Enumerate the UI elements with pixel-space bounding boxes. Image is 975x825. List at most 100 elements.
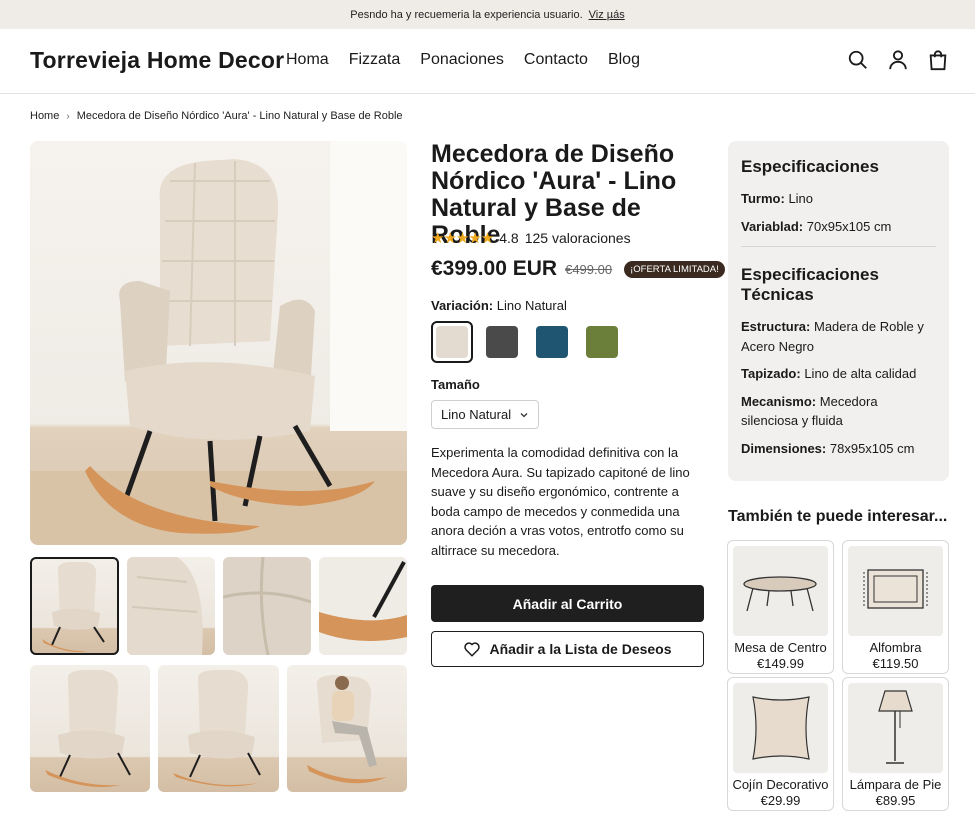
coffee-table-image	[733, 546, 828, 636]
site-header: Torrevieja Home Decor Homa Fizzata Ponac…	[0, 29, 975, 94]
announcement-link[interactable]: Viz µás	[589, 9, 625, 21]
review-count: 125 valoraciones	[524, 230, 631, 246]
chevron-down-icon	[520, 412, 528, 417]
nav-item-ponaciones[interactable]: Ponaciones	[420, 51, 504, 69]
spec-key: Dimensiones:	[741, 440, 827, 456]
related-card-floor-lamp[interactable]: Lámpara de Pie €89.95	[842, 677, 949, 811]
add-to-cart-button[interactable]: Añadir al Carrito	[431, 585, 704, 622]
related-name: Alfombra	[869, 640, 922, 655]
swatch-green[interactable]	[581, 321, 623, 363]
thumbnail-1[interactable]	[30, 557, 119, 655]
size-label: Tamaño	[431, 377, 480, 392]
wishlist-label: Añadir a la Lista de Deseos	[489, 641, 672, 657]
variation-label-key: Variación:	[431, 298, 494, 313]
related-price: €119.50	[872, 656, 919, 671]
related-price: €149.99	[757, 656, 804, 671]
swatch-grey-fill	[486, 326, 518, 358]
spec-key: Turmo:	[741, 191, 785, 206]
spec-row: Turmo: Lino	[741, 189, 936, 209]
announcement-text: Pesndo ha y recuemeria la experiencia us…	[350, 8, 583, 21]
header-icons	[847, 49, 949, 71]
spec-value: 70x95x105 cm	[806, 218, 892, 234]
spec-value: Lino	[788, 191, 814, 206]
lifestyle-person-thumbnail	[307, 675, 387, 784]
price-block: €399.00 EUR €499.00 ¡OFERTA LIMITADA!	[431, 257, 725, 281]
rug-image	[848, 546, 943, 636]
spec-key: Estructura:	[741, 319, 811, 334]
thumbnail-7[interactable]	[287, 665, 407, 792]
main-nav: Homa Fizzata Ponaciones Contacto Blog	[286, 51, 640, 69]
search-icon[interactable]	[847, 49, 869, 71]
site-logo[interactable]: Torrevieja Home Decor	[30, 47, 284, 74]
main-product-image[interactable]	[30, 141, 407, 545]
variation-label: Variación: Lino Natural	[431, 298, 567, 313]
breadcrumb: Home › Mecedora de Diseño Nórdico 'Aura'…	[30, 110, 403, 122]
floor-lamp-image	[848, 683, 943, 773]
breadcrumb-home[interactable]: Home	[30, 110, 59, 122]
swatch-blue[interactable]	[531, 321, 573, 363]
breadcrumb-current: Mecedora de Diseño Nórdico 'Aura' - Lino…	[76, 110, 403, 122]
swatch-green-fill	[586, 326, 618, 358]
spec-value: Lino de alta calidad	[804, 366, 917, 381]
chair-thumbnail-image	[42, 562, 105, 652]
rocker-detail-thumbnail	[319, 561, 407, 641]
spec-key: Mecanismo:	[741, 393, 817, 409]
star-rating-icon: ★★★★★	[431, 230, 494, 247]
heart-icon	[464, 642, 481, 657]
spec-row: Variablad: 70x95x105 cm	[741, 217, 936, 237]
rocking-chair-illustration	[30, 141, 407, 545]
swatch-grey[interactable]	[481, 321, 523, 363]
specs-divider	[741, 246, 936, 247]
chair-angle-thumbnail	[45, 670, 131, 788]
nav-item-fizzata[interactable]: Fizzata	[349, 51, 401, 69]
product-description: Experimenta la comodidad definitiva con …	[431, 445, 690, 558]
tech-spec-row: Dimensiones: 78x95x105 cm	[741, 439, 936, 459]
spec-key: Tapizado:	[741, 366, 801, 381]
tech-specs-title: Especificaciones Técnicas	[741, 265, 879, 304]
related-name: Cojín Decorativo	[732, 777, 829, 792]
nav-item-homa[interactable]: Homa	[286, 51, 329, 69]
tech-spec-row: Estructura: Madera de Roble y Acero Negr…	[741, 317, 936, 356]
nav-item-blog[interactable]: Blog	[608, 51, 640, 69]
related-price: €89.95	[875, 793, 916, 808]
fabric-texture-thumbnail	[223, 557, 311, 655]
swatch-blue-fill	[536, 326, 568, 358]
size-select[interactable]: Lino Natural	[431, 400, 539, 429]
announcement-bar: Pesndo ha y recuemeria la experiencia us…	[0, 0, 975, 29]
cushion-image	[733, 683, 828, 773]
user-icon[interactable]	[887, 49, 909, 71]
chair-detail-thumbnail	[127, 557, 203, 655]
chevron-right-icon: ›	[66, 110, 70, 122]
related-name: Mesa de Centro	[734, 640, 827, 655]
offer-badge: ¡OFERTA LIMITADA!	[624, 260, 725, 278]
thumbnail-5[interactable]	[30, 665, 150, 792]
bag-icon[interactable]	[927, 49, 949, 71]
related-title: También te puede interesar...	[728, 508, 948, 525]
thumbnail-4[interactable]	[319, 557, 407, 655]
product-rating[interactable]: ★★★★★ 4.8 125 valoraciones	[431, 229, 631, 247]
add-to-wishlist-button[interactable]: Añadir a la Lista de Deseos	[431, 631, 704, 667]
tech-spec-row: Tapizado: Lino de alta calidad	[741, 364, 936, 384]
rating-value: 4.8	[499, 230, 519, 246]
old-price: €499.00	[565, 261, 613, 277]
tech-spec-row: Mecanismo: Mecedora silenciosa y fluida	[741, 392, 936, 431]
related-card-cushion[interactable]: Cojín Decorativo €29.99	[727, 677, 834, 811]
thumbnail-2[interactable]	[127, 557, 215, 655]
size-select-value: Lino Natural	[441, 407, 512, 422]
specs-panel: Especificaciones Turmo: Lino Variablad: …	[728, 141, 949, 481]
spec-key: Variablad:	[741, 218, 804, 234]
related-price: €29.99	[760, 793, 801, 808]
specs-title: Especificaciones	[741, 157, 879, 176]
spec-value: 78x95x105 cm	[829, 440, 915, 456]
variation-label-value: Lino Natural	[496, 298, 567, 313]
thumbnail-6[interactable]	[158, 665, 279, 792]
related-name: Lámpara de Pie	[849, 777, 942, 792]
related-card-coffee-table[interactable]: Mesa de Centro €149.99	[727, 540, 834, 674]
thumbnail-3[interactable]	[223, 557, 311, 655]
chair-side-thumbnail	[173, 670, 261, 787]
nav-item-contacto[interactable]: Contacto	[524, 51, 588, 69]
current-price: €399.00 EUR	[431, 257, 558, 280]
swatch-natural[interactable]	[431, 321, 473, 363]
color-swatches	[431, 321, 623, 363]
related-card-rug[interactable]: Alfombra €119.50	[842, 540, 949, 674]
